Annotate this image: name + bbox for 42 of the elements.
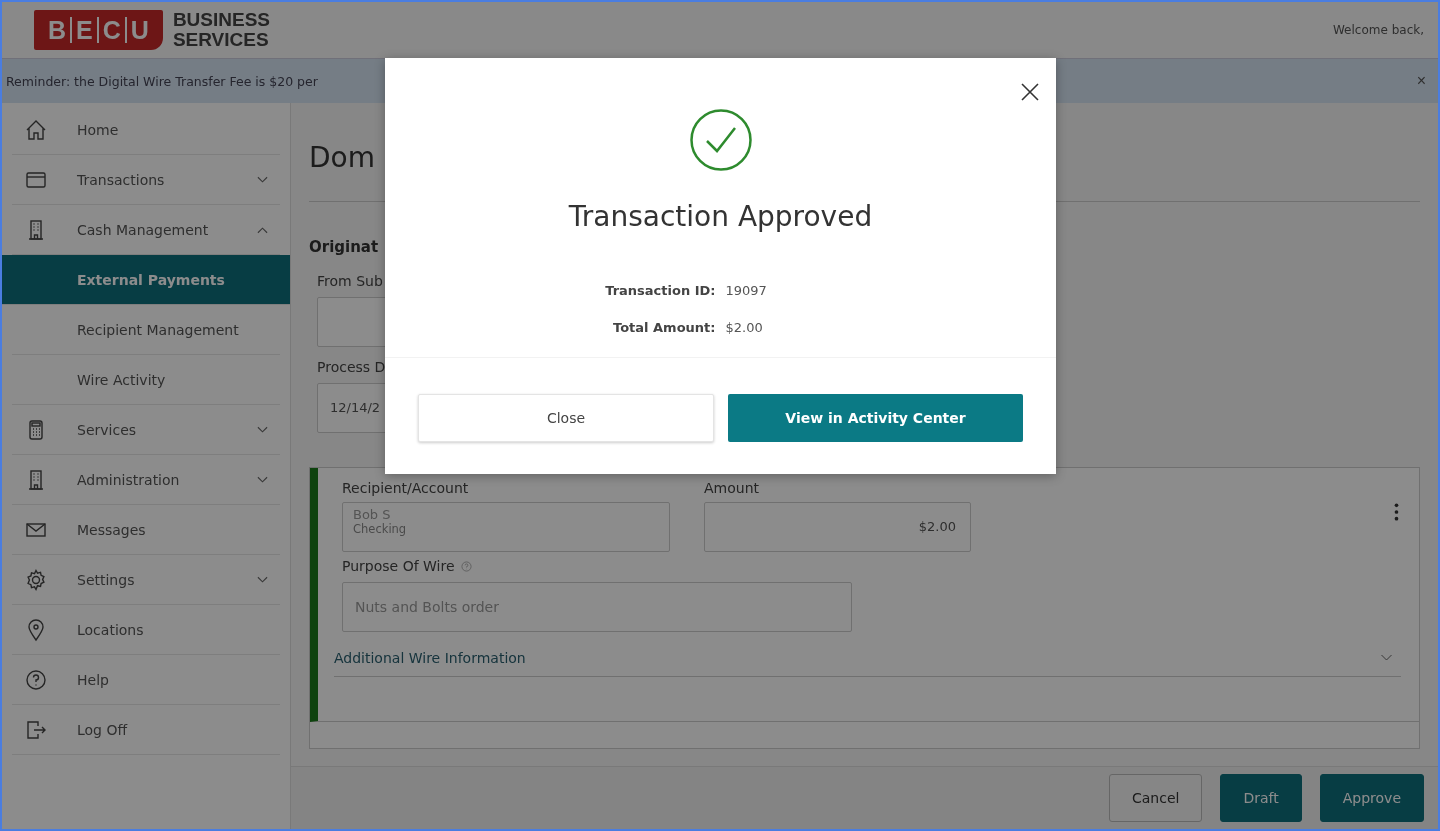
field-label: Recipient/Account bbox=[342, 480, 470, 496]
detail-label: Total Amount: bbox=[612, 320, 716, 335]
nav-item[interactable]: Help bbox=[12, 655, 280, 705]
action-button[interactable]: Draft bbox=[1220, 774, 1302, 822]
field-label: Purpose Of Wire bbox=[342, 558, 455, 574]
help-icon bbox=[24, 667, 48, 692]
field-label: Process D bbox=[317, 359, 386, 375]
action-button[interactable]: Approve bbox=[1319, 774, 1424, 822]
brand-text: SERVICES bbox=[172, 30, 270, 50]
nav-item[interactable]: Recipient Management bbox=[12, 305, 280, 355]
nav-item[interactable]: Home bbox=[12, 105, 280, 155]
more-options-icon[interactable] bbox=[1394, 502, 1399, 522]
nav-item[interactable]: External Payments bbox=[2, 255, 290, 305]
section-heading: Originat bbox=[309, 238, 379, 256]
gear-icon bbox=[24, 567, 48, 592]
brand-text: BUSINESS bbox=[172, 10, 270, 30]
nav-item[interactable]: Administration bbox=[12, 455, 280, 505]
additional-info-toggle[interactable]: Additional Wire Information bbox=[334, 650, 1401, 677]
modal-title: Transaction Approved bbox=[568, 200, 873, 233]
logo-badge: B E C U bbox=[34, 10, 163, 50]
purpose-field[interactable]: Nuts and Bolts order bbox=[342, 582, 852, 632]
reminder-text: Reminder: the Digital Wire Transfer Fee is $20 per bbox=[6, 73, 318, 89]
check-circle-icon bbox=[688, 108, 753, 172]
nav-item[interactable]: Settings bbox=[12, 555, 280, 605]
detail-value: 19097 bbox=[725, 283, 768, 298]
action-button[interactable]: Cancel bbox=[1109, 774, 1203, 822]
nav-item[interactable]: Log Off bbox=[12, 705, 280, 755]
amount-field[interactable]: $2.00 bbox=[704, 502, 971, 552]
dialog-button[interactable]: View in Activity Center bbox=[728, 394, 1023, 442]
detail-label: Transaction ID: bbox=[604, 283, 716, 298]
nav-item[interactable]: Transactions bbox=[12, 155, 280, 205]
close-button[interactable]: × bbox=[1412, 72, 1430, 90]
field-label: From Sub bbox=[317, 273, 383, 289]
dialog-button[interactable]: Close bbox=[418, 394, 714, 442]
welcome-text: Welcome back, bbox=[1332, 23, 1424, 37]
detail-value: $2.00 bbox=[725, 320, 764, 335]
nav-item[interactable]: Locations bbox=[12, 605, 280, 655]
nav-item[interactable]: Services bbox=[12, 405, 280, 455]
nav-item[interactable]: Wire Activity bbox=[12, 355, 280, 405]
close-icon[interactable] bbox=[1020, 82, 1040, 102]
field-label: Amount bbox=[704, 480, 760, 496]
nav-item[interactable]: Messages bbox=[12, 505, 280, 555]
